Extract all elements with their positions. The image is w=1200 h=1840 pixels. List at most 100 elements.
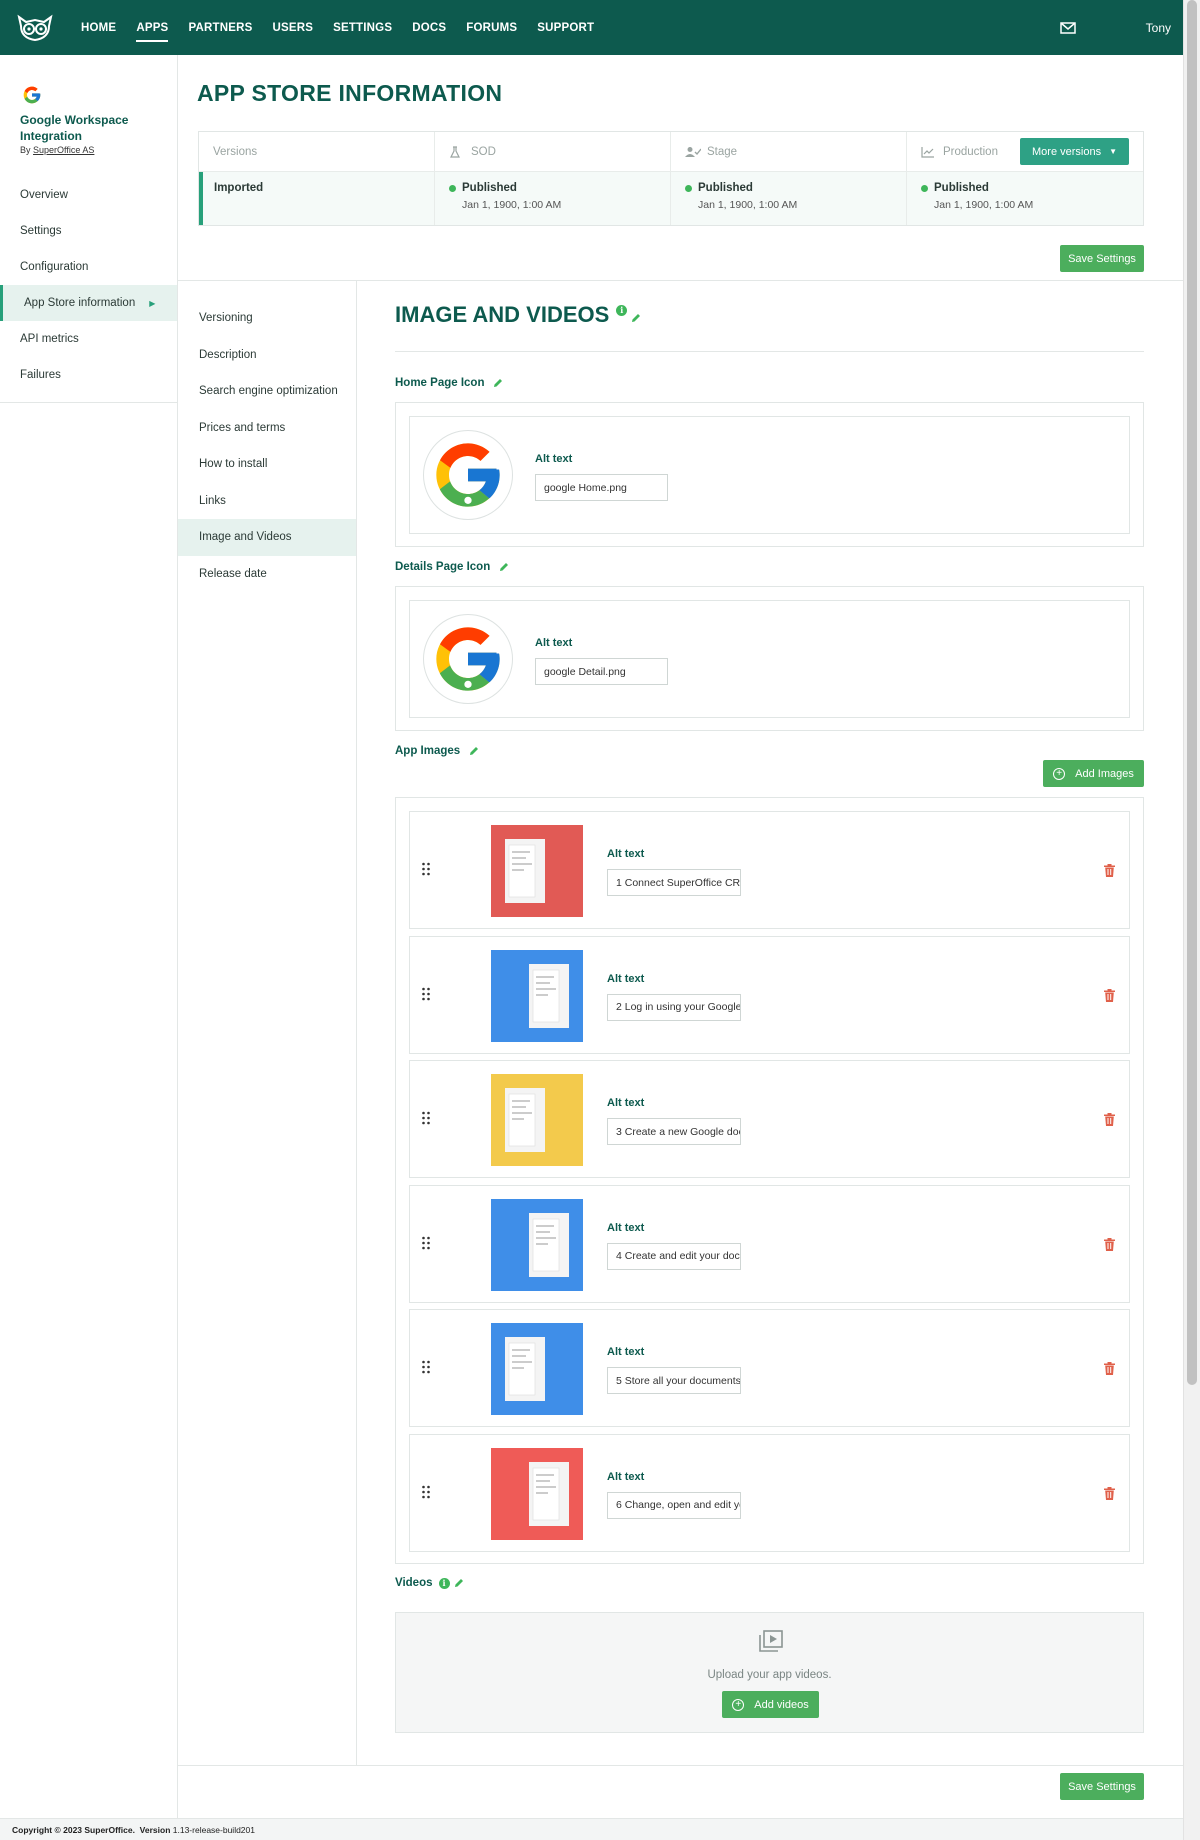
save-settings-button-bottom[interactable]: Save Settings: [1060, 1773, 1144, 1800]
app-image-thumbnail[interactable]: [491, 949, 583, 1042]
subnav-links[interactable]: Links: [178, 483, 356, 520]
alt-text-label: Alt text: [535, 637, 573, 649]
app-image-thumbnail[interactable]: [491, 825, 583, 917]
app-image-row: Alt text 6 Change, open and edit your: [409, 1433, 1130, 1552]
content-divider: [395, 351, 1144, 352]
sidebar-item-overview[interactable]: Overview: [0, 177, 177, 213]
alt-text-label: Alt text: [535, 453, 573, 465]
nav-apps[interactable]: APPS: [136, 0, 169, 55]
versions-table: Versions SOD Stage Production More versi…: [198, 131, 1144, 226]
nav-forums[interactable]: FORUMS: [466, 0, 517, 55]
caret-down-icon: ▼: [1109, 147, 1117, 156]
trash-icon[interactable]: [1104, 1362, 1115, 1375]
details-icon-alt-input[interactable]: google Detail.png: [535, 658, 668, 685]
user-check-icon: [685, 146, 702, 158]
sidebar-item-failures[interactable]: Failures: [0, 357, 177, 393]
google-g-icon: [436, 627, 500, 691]
app-vendor: By SuperOffice AS: [20, 145, 94, 155]
version-row-imported[interactable]: Imported Published Jan 1, 1900, 1:00 AM …: [199, 172, 1143, 225]
stage-status-cell: Published Jan 1, 1900, 1:00 AM: [671, 172, 907, 225]
info-icon[interactable]: i: [438, 1577, 450, 1589]
home-icon-alt-input[interactable]: google Home.png: [535, 474, 668, 501]
info-icon[interactable]: i: [616, 304, 628, 316]
subnav-description[interactable]: Description: [178, 337, 356, 374]
section-title-text: IMAGE AND VIDEOS: [395, 302, 610, 327]
page-scrollbar[interactable]: [1183, 0, 1200, 1840]
trash-icon[interactable]: [1104, 1486, 1115, 1500]
status-text: Published: [698, 182, 753, 194]
drag-handle-icon[interactable]: [421, 862, 431, 876]
app-image-thumbnail[interactable]: [491, 1447, 583, 1540]
more-versions-label: More versions: [1032, 145, 1102, 158]
drag-handle-icon[interactable]: [421, 987, 431, 1001]
video-upload-dropzone[interactable]: Upload your app videos. + Add videos: [395, 1612, 1144, 1733]
nav-users[interactable]: USERS: [272, 0, 313, 55]
sidebar-item-settings[interactable]: Settings: [0, 213, 177, 249]
app-images-label-text: App Images: [395, 745, 461, 757]
pencil-icon[interactable]: [468, 745, 480, 757]
more-versions-button[interactable]: More versions ▼: [1020, 138, 1129, 165]
nav-home[interactable]: HOME: [81, 0, 116, 55]
pencil-icon[interactable]: [498, 561, 510, 573]
home-page-icon-card: Alt text google Home.png: [409, 416, 1130, 534]
save-settings-button-top[interactable]: Save Settings: [1060, 245, 1144, 272]
nav-settings[interactable]: SETTINGS: [333, 0, 392, 55]
status-dot-icon: [921, 184, 928, 192]
scrollbar-thumb[interactable]: [1187, 0, 1197, 1385]
sidebar-item-api-metrics[interactable]: API metrics: [0, 321, 177, 357]
mail-icon[interactable]: [1059, 21, 1076, 34]
trash-icon[interactable]: [1104, 864, 1115, 877]
status-dot-icon: [685, 184, 692, 192]
status-dot-icon: [449, 184, 456, 192]
app-image-alt-input[interactable]: 5 Store all your documents: [607, 1367, 741, 1394]
app-image-thumbnail[interactable]: [491, 1323, 583, 1415]
drag-handle-icon[interactable]: [421, 1485, 431, 1499]
add-images-button[interactable]: + Add Images: [1043, 760, 1144, 787]
trash-icon[interactable]: [1104, 988, 1115, 1002]
vendor-link[interactable]: SuperOffice AS: [33, 145, 94, 155]
sidebar-item-app-store-information[interactable]: App Store information ▶: [0, 285, 177, 321]
details-icon-preview[interactable]: [423, 614, 513, 704]
nav-docs[interactable]: DOCS: [412, 0, 446, 55]
sidebar-item-configuration[interactable]: Configuration: [0, 249, 177, 285]
drag-handle-icon[interactable]: [421, 1111, 431, 1125]
alt-text-label: Alt text: [607, 1221, 645, 1234]
sidebar-item-label: Failures: [20, 369, 61, 381]
app-image-thumbnail[interactable]: [491, 1074, 583, 1166]
nav-support[interactable]: SUPPORT: [537, 0, 594, 55]
app-image-alt-input[interactable]: 3 Create a new Google doc: [607, 1118, 741, 1145]
app-image-thumbnail[interactable]: [491, 1198, 583, 1291]
drag-handle-icon[interactable]: [421, 1360, 431, 1374]
home-page-icon-panel: Alt text google Home.png: [395, 402, 1144, 547]
pencil-icon[interactable]: [453, 1577, 465, 1589]
alt-text-label: Alt text: [607, 1346, 645, 1358]
app-image-row: Alt text 1 Connect SuperOffice CRM: [409, 811, 1130, 929]
subnav-versioning[interactable]: Versioning: [178, 300, 356, 337]
trash-icon[interactable]: [1104, 1237, 1115, 1251]
app-image-alt-input[interactable]: 2 Log in using your Google: [607, 993, 741, 1021]
app-image-alt-input[interactable]: 1 Connect SuperOffice CRM: [607, 869, 741, 896]
status-text: Published: [462, 182, 517, 194]
subnav-prices-and-terms[interactable]: Prices and terms: [178, 410, 356, 447]
versions-col-label: Versions: [213, 145, 258, 158]
pencil-icon[interactable]: [630, 304, 642, 322]
status-date: Jan 1, 1900, 1:00 AM: [462, 199, 562, 211]
home-icon-preview[interactable]: [423, 430, 513, 520]
subnav-release-date[interactable]: Release date: [178, 556, 356, 593]
subnav-how-to-install[interactable]: How to install: [178, 446, 356, 483]
details-page-icon-panel: Alt text google Detail.png: [395, 586, 1144, 731]
nav-partners[interactable]: PARTNERS: [188, 0, 252, 55]
subnav-image-and-videos[interactable]: Image and Videos: [178, 519, 356, 556]
pencil-icon[interactable]: [492, 377, 504, 389]
app-image-alt-input[interactable]: 6 Change, open and edit your: [607, 1491, 741, 1519]
add-videos-button[interactable]: + Add videos: [722, 1691, 819, 1718]
app-vendor-prefix: By: [20, 145, 31, 155]
superoffice-owl-logo[interactable]: [15, 13, 55, 43]
trash-icon[interactable]: [1104, 1113, 1115, 1126]
drag-handle-icon[interactable]: [421, 1236, 431, 1250]
app-image-alt-input[interactable]: 4 Create and edit your docs: [607, 1242, 741, 1270]
caret-right-icon: ▶: [149, 298, 156, 308]
subnav-seo[interactable]: Search engine optimization: [178, 373, 356, 410]
page-title: APP STORE INFORMATION: [197, 80, 503, 106]
user-menu[interactable]: Tony: [1146, 21, 1171, 35]
